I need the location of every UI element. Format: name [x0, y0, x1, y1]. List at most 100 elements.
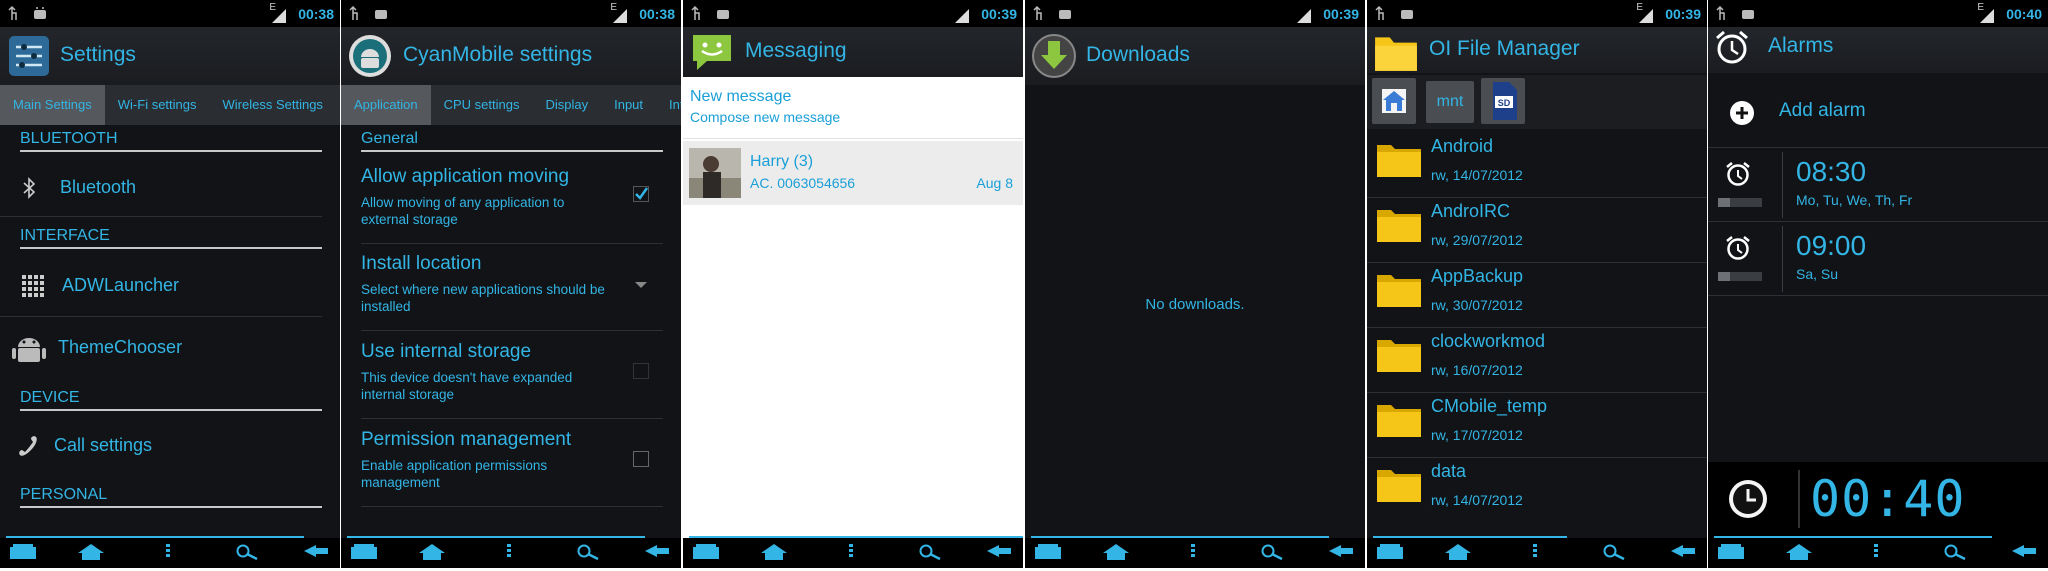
recent-apps-icon[interactable]: [1035, 544, 1061, 560]
menu-icon[interactable]: [1873, 544, 1879, 558]
conversation-row[interactable]: Harry (3) AC. 0063054656 Aug 8: [683, 141, 1023, 205]
menu-icon[interactable]: [506, 544, 512, 558]
path-bar: mnt SD: [1367, 75, 1707, 129]
recent-apps-icon[interactable]: [351, 544, 377, 560]
home-icon[interactable]: [1445, 544, 1471, 560]
path-mnt-button[interactable]: mnt: [1426, 81, 1474, 123]
recent-apps-icon[interactable]: [1718, 544, 1744, 560]
folder-app-icon[interactable]: [1373, 29, 1419, 75]
tab-input[interactable]: Input: [601, 85, 656, 125]
status-time: 00:38: [639, 6, 675, 22]
menu-icon[interactable]: [165, 544, 171, 558]
checkbox-unchecked-icon[interactable]: [633, 451, 649, 467]
recent-apps-icon[interactable]: [10, 544, 36, 560]
messaging-app-icon[interactable]: [689, 29, 735, 75]
home-icon[interactable]: [761, 544, 787, 560]
navigation-bar: [341, 536, 681, 568]
alarm-toggle-off[interactable]: [1718, 272, 1762, 281]
folder-meta: rw, 29/07/2012: [1431, 232, 1523, 248]
settings-item-themechooser[interactable]: ThemeChooser: [0, 317, 322, 379]
tab-main-settings[interactable]: Main Settings: [0, 85, 105, 125]
recent-apps-icon[interactable]: [1377, 544, 1403, 560]
status-bar: E 00:38: [341, 0, 681, 27]
settings-item-bluetooth[interactable]: Bluetooth: [0, 157, 322, 217]
new-message-row[interactable]: New message Compose new message: [683, 77, 1023, 139]
tab-interface[interactable]: Interf: [656, 85, 681, 125]
back-icon[interactable]: [643, 544, 671, 558]
home-folder-icon: [1382, 89, 1406, 113]
navigation-bar: [0, 536, 340, 568]
add-alarm-row[interactable]: Add alarm: [1708, 80, 2048, 148]
menu-icon[interactable]: [1532, 544, 1538, 558]
pref-title: Use internal storage: [361, 341, 532, 362]
back-icon[interactable]: [1327, 544, 1355, 558]
alarm-row-0830[interactable]: 08:30 Mo, Tu, We, Th, Fr: [1708, 148, 2048, 222]
pref-install-location[interactable]: Install location Select where new applic…: [361, 253, 663, 331]
downloads-screen: 00:39 Downloads No downloads.: [1025, 0, 1365, 568]
pref-use-internal-storage[interactable]: Use internal storage This device doesn't…: [361, 341, 663, 419]
folder-row-appbackup[interactable]: AppBackup rw, 30/07/2012: [1367, 263, 1707, 328]
folder-name: Android: [1431, 136, 1494, 156]
search-icon[interactable]: [1943, 544, 1967, 560]
home-icon[interactable]: [1103, 544, 1129, 560]
home-icon[interactable]: [78, 544, 104, 560]
home-icon[interactable]: [1786, 544, 1812, 560]
pref-allow-app-moving[interactable]: Allow application moving Allow moving of…: [361, 166, 663, 244]
alarm-divider: [1782, 152, 1783, 218]
alarm-toggle-off[interactable]: [1718, 198, 1762, 207]
tab-display[interactable]: Display: [532, 85, 601, 125]
search-icon[interactable]: [576, 544, 600, 560]
screenshot-strip: E 00:38 Settings Main Settings Wi-Fi sett…: [0, 0, 2048, 571]
alarm-clock-app-icon[interactable]: [1714, 29, 1750, 67]
folder-name: AndroIRC: [1431, 201, 1511, 221]
alarm-divider: [1782, 226, 1783, 292]
settings-item-call-settings[interactable]: Call settings: [0, 415, 322, 477]
tab-wifi-settings[interactable]: Wi-Fi settings: [105, 85, 210, 125]
path-sdcard-button[interactable]: SD: [1481, 78, 1525, 124]
signal-icon: [272, 9, 286, 23]
folder-name: AppBackup: [1431, 266, 1524, 286]
cyanmobile-app-icon[interactable]: [347, 33, 393, 79]
search-icon[interactable]: [1260, 544, 1284, 560]
back-icon[interactable]: [302, 544, 330, 558]
folder-row-androirc[interactable]: AndroIRC rw, 29/07/2012: [1367, 198, 1707, 263]
menu-icon[interactable]: [1190, 544, 1196, 558]
search-icon[interactable]: [1602, 544, 1626, 560]
clock-icon[interactable]: [1726, 477, 1770, 521]
home-icon[interactable]: [419, 544, 445, 560]
new-message-subtitle: Compose new message: [690, 109, 841, 125]
settings-item-label: ThemeChooser: [58, 337, 183, 357]
back-icon[interactable]: [1669, 544, 1697, 558]
folder-meta: rw, 14/07/2012: [1431, 492, 1523, 508]
folder-row-clockworkmod[interactable]: clockworkmod rw, 16/07/2012: [1367, 328, 1707, 393]
downloads-app-icon[interactable]: [1031, 33, 1077, 79]
file-manager-screen: E 00:39 OI File Manager mnt SD Android r…: [1367, 0, 1707, 568]
folder-icon: [1377, 405, 1421, 437]
checkbox-checked-icon[interactable]: [633, 186, 649, 202]
folder-row-android[interactable]: Android rw, 14/07/2012: [1367, 133, 1707, 198]
folder-row-cmobile-temp[interactable]: CMobile_temp rw, 17/07/2012: [1367, 393, 1707, 458]
pref-permission-management[interactable]: Permission management Enable application…: [361, 429, 663, 507]
alarm-row-0900[interactable]: 09:00 Sa, Su: [1708, 222, 2048, 296]
dropdown-arrow-icon[interactable]: [633, 277, 649, 293]
alarm-days: Mo, Tu, We, Th, Fr: [1796, 192, 1913, 208]
settings-item-adwlauncher[interactable]: ADWLauncher: [0, 255, 322, 317]
tab-wireless-settings[interactable]: Wireless Settings: [210, 85, 336, 125]
tab-application[interactable]: Application: [341, 85, 431, 125]
notification-icons: [8, 5, 46, 20]
search-icon[interactable]: [235, 544, 259, 560]
settings-item-label: ADWLauncher: [62, 275, 180, 295]
back-icon[interactable]: [2010, 544, 2038, 558]
tab-overflow[interactable]: T: [336, 85, 340, 125]
tab-cpu-settings[interactable]: CPU settings: [431, 85, 533, 125]
back-icon[interactable]: [985, 544, 1013, 558]
menu-icon[interactable]: [848, 544, 854, 558]
search-icon[interactable]: [918, 544, 942, 560]
recent-apps-icon[interactable]: [693, 544, 719, 560]
path-home-button[interactable]: [1372, 78, 1416, 124]
pref-title: Permission management: [361, 429, 572, 450]
folder-row-data[interactable]: data rw, 14/07/2012: [1367, 458, 1707, 523]
settings-app-icon[interactable]: [6, 33, 52, 79]
status-bar: E 00:39: [1367, 0, 1707, 27]
nav-divider: [1373, 536, 1567, 538]
